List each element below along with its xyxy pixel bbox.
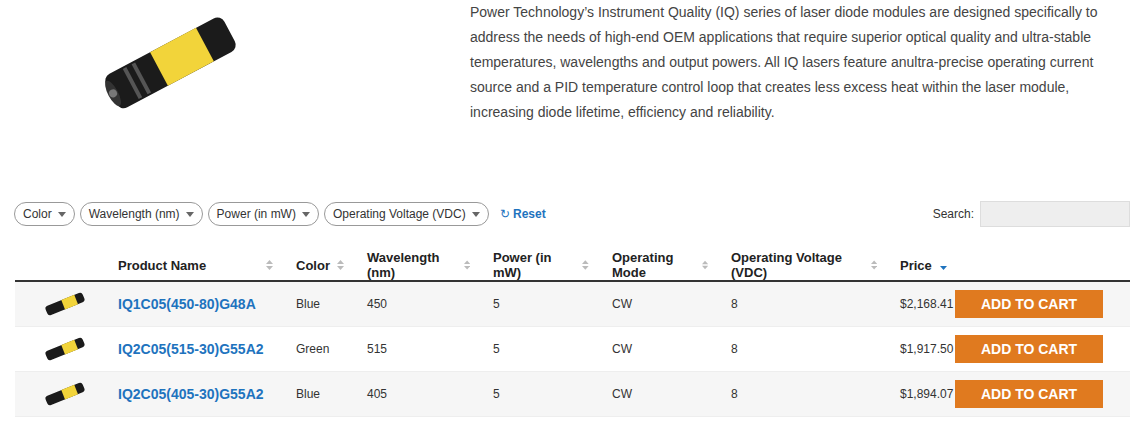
sort-desc-icon <box>940 260 947 270</box>
laser-thumbnail-icon <box>43 335 87 363</box>
column-header[interactable]: Color <box>281 258 352 273</box>
dropdown-arrow-icon <box>472 212 480 217</box>
table-cell: Blue <box>281 387 352 401</box>
search-label: Search: <box>933 207 974 221</box>
column-header[interactable]: Wavelength (nm) <box>352 250 478 280</box>
table-cell: 5 <box>478 387 597 401</box>
filter-dropdown[interactable]: Wavelength (nm) <box>80 202 203 226</box>
table-cell: 8 <box>716 387 885 401</box>
table-cell: Blue <box>281 297 352 311</box>
product-link[interactable]: IQ1C05(450-80)G48A <box>103 296 281 312</box>
sort-icon <box>266 260 273 270</box>
column-header[interactable]: Power (in mW) <box>478 250 597 280</box>
product-description: Power Technology’s Instrument Quality (I… <box>470 0 1110 200</box>
laser-thumbnail-icon <box>43 290 87 318</box>
dropdown-arrow-icon <box>58 212 66 217</box>
table-cell: CW <box>597 297 716 311</box>
search-area: Search: <box>933 201 1130 227</box>
column-header[interactable]: Price <box>885 258 955 273</box>
sort-icon <box>702 260 708 270</box>
table-row: IQ2C05(405-30)G55A2Blue4055CW8$1,894.07A… <box>15 372 1130 417</box>
column-header[interactable]: Product Name <box>103 258 281 273</box>
table-cell: $2,168.41 <box>885 297 955 311</box>
column-header[interactable]: Operating Mode <box>597 250 716 280</box>
table-cell: 515 <box>352 342 478 356</box>
table-cell: 8 <box>716 342 885 356</box>
product-table: Product NameColorWavelength (nm)Power (i… <box>15 250 1130 417</box>
product-link[interactable]: IQ2C05(405-30)G55A2 <box>103 386 281 402</box>
table-cell: 8 <box>716 297 885 311</box>
laser-thumbnail-icon <box>43 380 87 408</box>
filter-bar: ColorWavelength (nm)Power (in mW)Operati… <box>0 200 1140 228</box>
add-to-cart-button[interactable]: ADD TO CART <box>955 335 1103 363</box>
reset-button[interactable]: ↻ Reset <box>494 207 552 221</box>
table-cell: 5 <box>478 297 597 311</box>
table-cell: CW <box>597 342 716 356</box>
table-cell: Green <box>281 342 352 356</box>
table-cell: CW <box>597 387 716 401</box>
table-cell: $1,917.50 <box>885 342 955 356</box>
column-header[interactable]: Operating Voltage (VDC) <box>716 250 885 280</box>
table-row: IQ1C05(450-80)G48ABlue4505CW8$2,168.41AD… <box>15 282 1130 327</box>
intro-section: Power Technology’s Instrument Quality (I… <box>0 0 1140 200</box>
sort-icon <box>464 260 470 270</box>
dropdown-arrow-icon <box>302 212 310 217</box>
table-header: Product NameColorWavelength (nm)Power (i… <box>15 250 1130 282</box>
dropdown-arrow-icon <box>186 212 194 217</box>
filter-dropdown[interactable]: Color <box>14 202 75 226</box>
add-to-cart-button[interactable]: ADD TO CART <box>955 290 1103 318</box>
add-to-cart-button[interactable]: ADD TO CART <box>955 380 1103 408</box>
product-link[interactable]: IQ2C05(515-30)G55A2 <box>103 341 281 357</box>
product-image <box>95 0 245 125</box>
table-cell: 5 <box>478 342 597 356</box>
sort-icon <box>582 260 589 270</box>
product-page: Power Technology’s Instrument Quality (I… <box>0 0 1140 417</box>
sort-icon <box>871 260 877 270</box>
table-cell: 450 <box>352 297 478 311</box>
laser-module-icon <box>95 0 245 125</box>
table-row: IQ2C05(515-30)G55A2Green5155CW8$1,917.50… <box>15 327 1130 372</box>
filter-dropdown[interactable]: Operating Voltage (VDC) <box>324 202 489 226</box>
search-input[interactable] <box>980 201 1130 227</box>
table-cell: 405 <box>352 387 478 401</box>
table-cell: $1,894.07 <box>885 387 955 401</box>
sort-icon <box>337 260 344 270</box>
filter-dropdown[interactable]: Power (in mW) <box>208 202 319 226</box>
